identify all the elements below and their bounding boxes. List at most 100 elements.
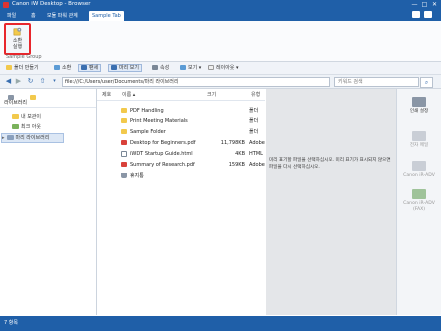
expand-arrow-icon[interactable]: ▸ (2, 135, 5, 141)
file-name: Summary of Research.pdf (130, 162, 195, 168)
folder-icon (121, 118, 127, 123)
file-row[interactable]: Sample Folder 폴더 (97, 128, 265, 136)
output-label: 인쇄 설정 (409, 109, 429, 114)
canon-ir-adv-fax-button[interactable]: Canon iR-ADV (FAX) (399, 189, 439, 213)
search-icon[interactable]: ⌕ (420, 77, 433, 88)
nav-item-my-storage[interactable]: 내 보관이 (4, 113, 41, 121)
up-folder-icon[interactable]: ⇧ (38, 77, 47, 86)
preview-label: 마리 보기 (119, 65, 139, 71)
file-type: HTML (249, 151, 263, 157)
file-name: Desktop for Beginners.pdf (130, 140, 196, 146)
tab-module[interactable]: 모듈 파워 관계 (44, 11, 81, 21)
preview-message: 미리 표기할 파일을 선택하십시오. 미리 표기가 표시되지 않으면 파일을 다… (269, 158, 391, 170)
library-label: 라이브러리 (4, 100, 28, 106)
fax-icon (412, 189, 426, 199)
email-button[interactable]: 전자 메일 (399, 131, 439, 149)
column-header-title[interactable]: 제호 (102, 91, 111, 100)
status-bar: 7 항목 (0, 316, 441, 331)
window-title: Canon iW Desktop - Browser (12, 1, 91, 7)
preview-icon (111, 65, 117, 70)
new-folder-button[interactable]: 폴더 만들기 (4, 64, 41, 72)
file-type: 폴더 (249, 118, 259, 124)
file-row[interactable]: PDF Handling 폴더 (97, 107, 265, 115)
tab-file[interactable]: 파일 (4, 11, 19, 21)
pdf-icon (121, 140, 127, 145)
trash-icon (121, 173, 127, 178)
layout-dropdown[interactable]: 레이아웃 ▾ (206, 64, 241, 72)
folder-icon (12, 114, 19, 119)
file-name: 휴지통 (130, 173, 144, 179)
properties-icon (152, 65, 158, 70)
file-row[interactable]: Desktop for Beginners.pdf 11,798KB Adobe (97, 139, 265, 147)
nav-item-my-library[interactable]: ▸ 마리 라이브러리 (1, 133, 65, 143)
ribbon-button-label-2: 실행 (12, 44, 23, 50)
new-folder-label: 폴더 만들기 (14, 65, 39, 71)
nav-item-label: 마리 라이브러리 (15, 135, 50, 141)
properties-button[interactable]: 속성 (150, 64, 171, 72)
panel-icon (81, 65, 87, 70)
checkout-icon (12, 124, 19, 129)
view-dropdown[interactable]: 보기 ▾ (178, 64, 203, 72)
maximize-button[interactable]: □ (420, 1, 429, 8)
column-header-name[interactable]: 이름 ▴ (122, 91, 135, 100)
printer-icon (412, 97, 426, 107)
view-icon (180, 65, 186, 70)
nav-item-label: 내 보관이 (21, 114, 41, 120)
output-label: Canon iR-ADV (FAX) (403, 201, 435, 212)
gear-icon (13, 27, 22, 36)
ribbon-group-label: Sample Group (6, 54, 42, 60)
close-button[interactable]: ✕ (430, 1, 439, 8)
preview-pane: 미리 표기할 파일을 선택하십시오. 미리 표기가 표시되지 않으면 파일을 다… (266, 89, 396, 315)
html-icon (121, 151, 127, 157)
tab-home[interactable]: 홈 (28, 11, 39, 21)
file-row[interactable]: Summary of Research.pdf 159KB Adobe (97, 161, 265, 169)
options-icon[interactable] (424, 11, 432, 18)
title-bar: Canon iW Desktop - Browser — □ ✕ (0, 0, 441, 9)
summon-button[interactable]: 소환 (52, 64, 73, 72)
panel-button[interactable]: 팬세 (78, 64, 102, 72)
summon-icon (54, 65, 60, 70)
execute-summon-button[interactable]: 소환 실행 (4, 23, 31, 55)
file-list-header: 제호 이름 ▴ 크기 유형 (97, 91, 265, 101)
mail-icon (412, 131, 426, 141)
file-name: Print Meeting Materials (130, 118, 188, 124)
print-settings-button[interactable]: 인쇄 설정 (399, 97, 439, 115)
help-icon[interactable] (412, 11, 420, 18)
folder-icon (6, 65, 12, 70)
toolbar: 폴더 만들기 소환 팬세 마리 보기 속성 보기 ▾ 레이아웃 ▾ (0, 62, 441, 75)
library-folder-icon (6, 135, 14, 140)
file-size: 4KB (235, 151, 245, 157)
column-header-size[interactable]: 크기 (207, 91, 216, 100)
view-label: 보기 ▾ (188, 65, 202, 71)
file-name: iWDT Startup Guide.html (130, 151, 193, 157)
file-type: 폴더 (249, 129, 259, 135)
back-icon[interactable]: ◀ (4, 77, 13, 86)
file-row[interactable]: Print Meeting Materials 폴더 (97, 117, 265, 125)
history-dropdown-icon[interactable]: ▾ (50, 77, 59, 86)
file-list: 제호 이름 ▴ 크기 유형 PDF Handling 폴더 Print Meeti… (97, 89, 265, 315)
column-header-type[interactable]: 유형 (251, 91, 260, 100)
app-icon (3, 1, 9, 8)
file-name: PDF Handling (130, 108, 164, 114)
file-size: 159KB (228, 162, 245, 168)
nav-item-checkout[interactable]: 최크 아웃 (4, 123, 41, 131)
refresh-icon[interactable]: ↻ (26, 77, 35, 86)
file-row[interactable]: 휴지통 (97, 172, 265, 180)
preview-button[interactable]: 마리 보기 (108, 64, 142, 72)
forward-icon[interactable]: ▶ (14, 77, 23, 86)
canon-ir-adv-button[interactable]: Canon iR-ADV (399, 161, 439, 179)
navigation-pane: 라이브러리 내 보관이 최크 아웃 ▸ 마리 라이브러리 (0, 89, 97, 315)
file-name: Sample Folder (130, 129, 166, 135)
printer-icon (412, 161, 426, 171)
folder-icon (121, 129, 127, 134)
nav-item-label: 최크 아웃 (21, 124, 41, 130)
library-icon[interactable] (30, 95, 36, 100)
tab-sample[interactable]: Sample Tab (89, 11, 124, 21)
ribbon: 소환 실행 Sample Group (0, 21, 441, 62)
file-row[interactable]: iWDT Startup Guide.html 4KB HTML (97, 150, 265, 158)
address-bar: ◀ ▶ ↻ ⇧ ▾ file:///C:/Users/user/Document… (0, 75, 441, 89)
minimize-button[interactable]: — (410, 1, 419, 8)
search-input[interactable]: 키워드 검색 (334, 77, 419, 87)
summon-label: 소환 (62, 65, 72, 71)
address-input[interactable]: file:///C:/Users/user/Documents/마리 라이브러리 (62, 77, 330, 87)
